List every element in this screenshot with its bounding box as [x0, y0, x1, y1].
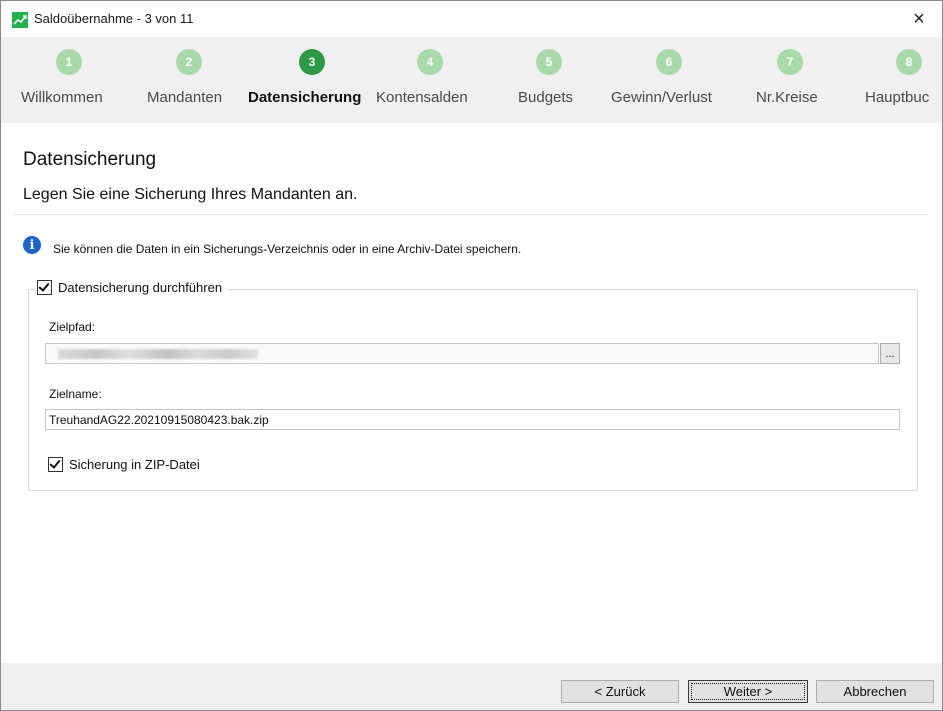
zip-checkbox[interactable] [48, 457, 63, 472]
target-path-label: Zielpfad: [49, 320, 96, 334]
perform-backup-label[interactable]: Datensicherung durchführen [58, 280, 222, 295]
browse-button[interactable]: ... [880, 343, 900, 364]
page-title: Datensicherung [23, 149, 157, 170]
content-panel: Datensicherung Legen Sie eine Sicherung … [1, 123, 942, 663]
step-label: Nr.Kreise [756, 89, 818, 106]
step-label: Kontensalden [376, 89, 468, 106]
step-label: Hauptbuc [865, 89, 930, 106]
zip-option-row: Sicherung in ZIP-Datei [48, 457, 200, 472]
step-hauptbuch[interactable]: 8 Hauptbuc [846, 37, 942, 123]
step-number-badge: 6 [656, 49, 682, 75]
step-number-badge: 2 [176, 49, 202, 75]
step-label: Willkommen [21, 89, 103, 106]
close-icon: × [913, 7, 925, 30]
target-path-input[interactable] [45, 343, 879, 364]
wizard-window: Saldoübernahme - 3 von 11 × 1 Willkommen… [0, 0, 943, 711]
step-number-badge: 1 [56, 49, 82, 75]
page-subtitle: Legen Sie eine Sicherung Ihres Mandanten… [23, 186, 358, 203]
step-label: Datensicherung [248, 89, 362, 106]
step-label: Budgets [518, 89, 574, 106]
step-datensicherung[interactable]: 3 Datensicherung [241, 37, 376, 123]
redacted-path-text [58, 349, 258, 359]
footer-bar: < Zurück Weiter > Abbrechen [1, 663, 942, 710]
step-number-badge: 3 [299, 49, 325, 75]
step-gewinn-verlust[interactable]: 6 Gewinn/Verlust [606, 37, 736, 123]
step-kontensalden[interactable]: 4 Kontensalden [376, 37, 496, 123]
step-number-badge: 8 [896, 49, 922, 75]
step-number-badge: 5 [536, 49, 562, 75]
step-mandanten[interactable]: 2 Mandanten [131, 37, 241, 123]
cancel-button[interactable]: Abbrechen [816, 680, 934, 703]
window-title: Saldoübernahme - 3 von 11 [34, 11, 194, 26]
close-button[interactable]: × [896, 1, 942, 37]
step-number-badge: 7 [777, 49, 803, 75]
step-number-badge: 4 [417, 49, 443, 75]
step-label: Gewinn/Verlust [611, 89, 712, 106]
title-bar: Saldoübernahme - 3 von 11 × [1, 1, 942, 37]
target-name-input[interactable]: TreuhandAG22.20210915080423.bak.zip [45, 409, 900, 430]
app-chart-icon [12, 12, 28, 28]
target-name-label: Zielname: [49, 387, 102, 401]
next-button[interactable]: Weiter > [688, 680, 808, 703]
header-divider [13, 214, 928, 215]
zip-label[interactable]: Sicherung in ZIP-Datei [69, 457, 200, 472]
step-label: Mandanten [147, 89, 223, 106]
back-button[interactable]: < Zurück [561, 680, 679, 703]
wizard-steps: 1 Willkommen 2 Mandanten 3 Datensicherun… [1, 37, 942, 123]
info-text: Sie können die Daten in ein Sicherungs-V… [53, 242, 522, 256]
backup-group-header: Datensicherung durchführen [35, 280, 229, 295]
perform-backup-checkbox[interactable] [37, 280, 52, 295]
step-willkommen[interactable]: 1 Willkommen [1, 37, 131, 123]
step-nr-kreise[interactable]: 7 Nr.Kreise [736, 37, 846, 123]
step-budgets[interactable]: 5 Budgets [496, 37, 606, 123]
info-icon: i [23, 236, 41, 254]
